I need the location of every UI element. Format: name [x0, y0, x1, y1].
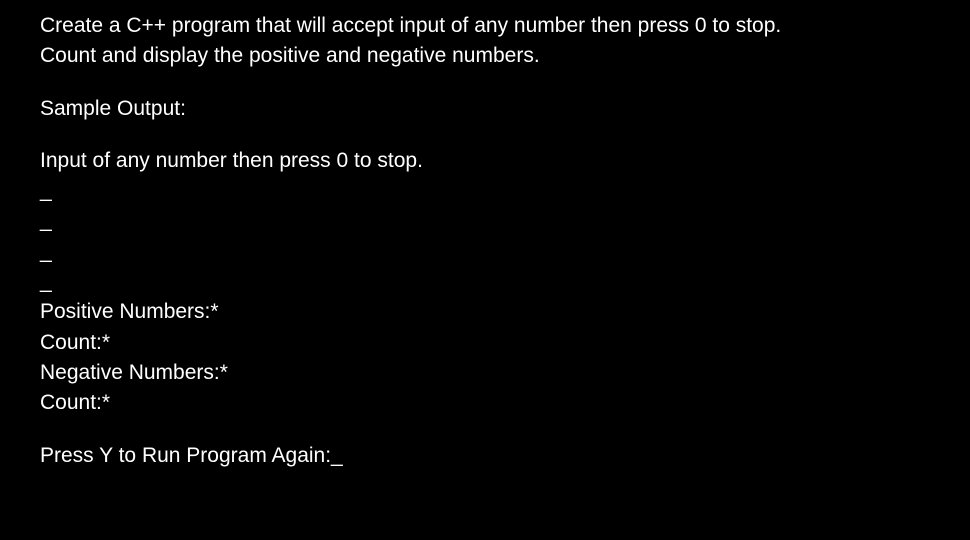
problem-statement-line-1: Create a C++ program that will accept in…	[40, 12, 930, 39]
run-again-prompt: Press Y to Run Program Again:_	[40, 442, 930, 469]
spacer	[40, 420, 930, 442]
spacer	[40, 73, 930, 95]
problem-statement-line-2: Count and display the positive and negat…	[40, 42, 930, 69]
sample-output-heading: Sample Output:	[40, 95, 930, 122]
positive-numbers-label: Positive Numbers:*	[40, 298, 930, 325]
negative-count-label: Count:*	[40, 389, 930, 416]
input-prompt-text: Input of any number then press 0 to stop…	[40, 147, 930, 174]
positive-count-label: Count:*	[40, 329, 930, 356]
input-placeholder-line: _	[40, 238, 930, 265]
input-placeholder-line: _	[40, 177, 930, 204]
negative-numbers-label: Negative Numbers:*	[40, 359, 930, 386]
spacer	[40, 125, 930, 147]
input-placeholder-line: _	[40, 207, 930, 234]
input-placeholder-line: _	[40, 268, 930, 295]
